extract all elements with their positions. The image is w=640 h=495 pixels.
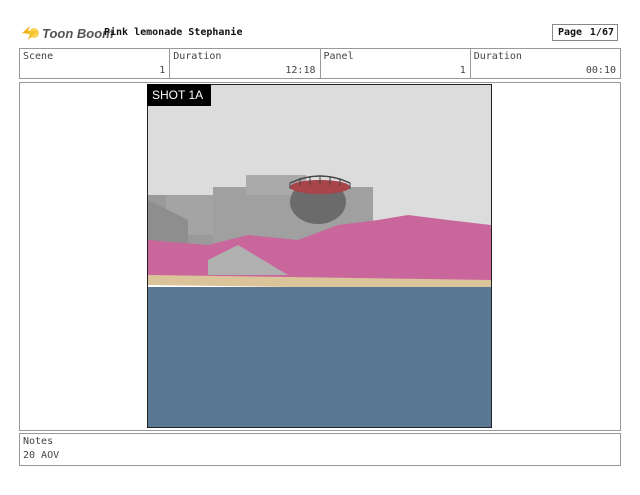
panel-duration-label: Duration [473, 51, 522, 62]
scene-image [148, 85, 491, 427]
scene-duration-cell: Duration 12:18 [170, 49, 321, 78]
scene-duration-label: Duration [173, 51, 222, 62]
page-label: Page [558, 27, 583, 38]
scene-label: Scene [23, 51, 54, 62]
notes-box: Notes 20 AOV [19, 433, 621, 466]
storyboard-frame [147, 84, 492, 428]
panel-duration-cell: Duration 00:10 [471, 49, 620, 78]
panel-duration-value: 00:10 [585, 65, 616, 76]
panel-value: 1 [459, 65, 466, 76]
page-number: 1/67 [589, 27, 614, 38]
shot-label: SHOT 1A [147, 84, 211, 106]
notes-label: Notes [23, 436, 54, 447]
panel-cell: Panel 1 [321, 49, 471, 78]
info-bar: Scene 1 Duration 12:18 Panel 1 Duration … [19, 48, 621, 79]
project-title: Pink lemonade Stephanie [104, 27, 243, 38]
scene-value: 1 [159, 65, 166, 76]
logo-text: Toon Boom [42, 26, 114, 41]
page-indicator: Page 1/67 [552, 24, 618, 41]
water [148, 287, 491, 427]
scene-duration-value: 12:18 [285, 65, 316, 76]
scene-cell: Scene 1 [20, 49, 171, 78]
notes-text: 20 AOV [23, 450, 60, 461]
panel-label: Panel [323, 51, 354, 62]
